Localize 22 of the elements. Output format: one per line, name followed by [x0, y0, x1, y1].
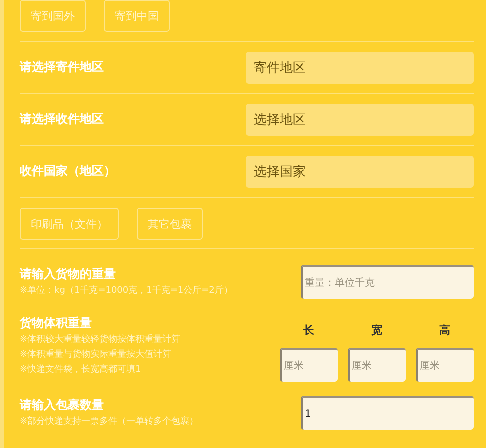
volume-title: 货物体积重量 [20, 315, 93, 332]
weight-title: 请输入货物的重量 [20, 266, 117, 283]
dimension-label: 高 [438, 323, 452, 338]
volume-note: ※快递文件袋，长宽高都可填1 [20, 364, 142, 377]
field-label: 请选择收件地区 [20, 111, 104, 128]
dimension-input[interactable]: 厘米 [416, 348, 474, 382]
region-select[interactable]: 选择地区 [246, 104, 474, 136]
count-input[interactable]: 1 [301, 396, 474, 430]
region-select[interactable]: 选择国家 [246, 156, 474, 188]
volume-note: ※体积较大重量较轻货物按体积重量计算 [20, 334, 181, 347]
dimension-input[interactable]: 厘米 [280, 348, 338, 382]
weight-note: ※单位：kg（1千克=1000克，1千克=1公斤=2斤） [20, 285, 233, 298]
volume-note: ※体积重量与货物实际重量按大值计算 [20, 349, 173, 362]
field-label: 收件国家（地区） [20, 163, 116, 180]
region-select[interactable]: 寄件地区 [246, 52, 474, 84]
count-note: ※部分快递支持一票多件（一单转多个包裹） [20, 416, 199, 429]
dimension-label: 宽 [370, 323, 384, 338]
weight-input[interactable]: 重量：单位千克 [301, 265, 474, 299]
count-title: 请输入包裹数量 [20, 397, 105, 414]
dimension-input[interactable]: 厘米 [348, 348, 406, 382]
field-label: 请选择寄件地区 [20, 59, 104, 76]
dimension-label: 长 [302, 323, 316, 338]
